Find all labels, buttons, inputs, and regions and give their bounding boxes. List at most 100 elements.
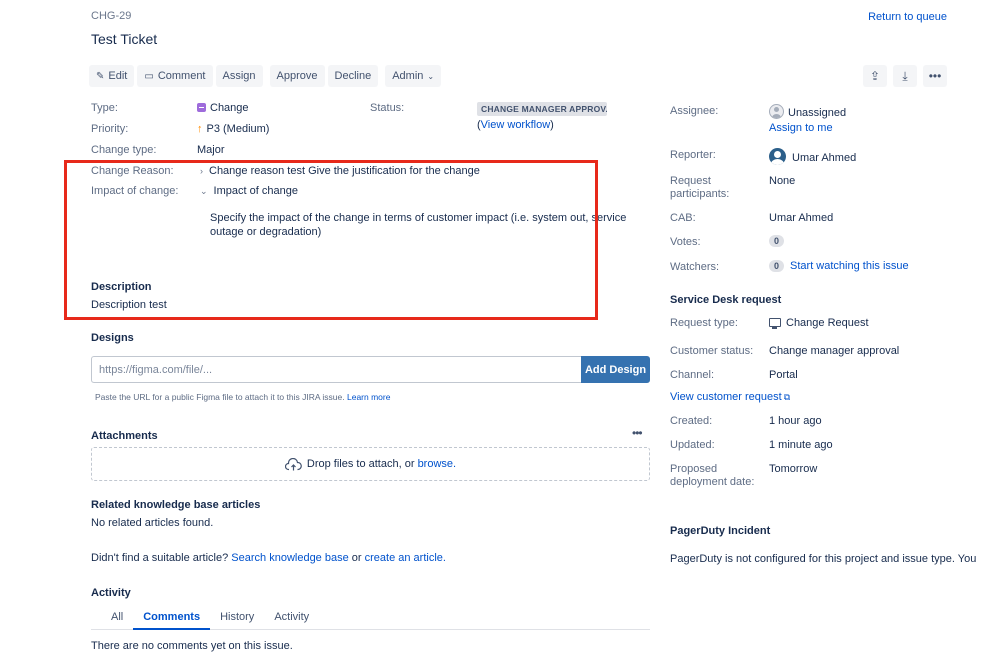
tab-all[interactable]: All bbox=[91, 610, 133, 630]
kb-suggestion: Didn't find a suitable article? Search k… bbox=[91, 552, 446, 564]
proposed-label-line2: deployment date: bbox=[670, 476, 755, 488]
request-type-text: Change Request bbox=[786, 317, 869, 329]
participants-label-line2: participants: bbox=[670, 188, 730, 200]
return-to-queue-link[interactable]: Return to queue bbox=[868, 11, 947, 23]
updated-label: Updated: bbox=[670, 439, 715, 451]
chevron-down-icon: ⌄ bbox=[427, 71, 435, 81]
created-label: Created: bbox=[670, 415, 713, 427]
reporter-label: Reporter: bbox=[670, 149, 716, 161]
service-desk-title: Service Desk request bbox=[670, 294, 782, 306]
assign-to-me-link[interactable]: Assign to me bbox=[769, 122, 833, 134]
share-button[interactable]: ⇪ bbox=[863, 65, 887, 87]
type-label: Type: bbox=[91, 102, 118, 114]
approve-button[interactable]: Approve bbox=[269, 65, 325, 87]
participants-value[interactable]: None bbox=[769, 175, 795, 187]
learn-more-link[interactable]: Learn more bbox=[347, 392, 390, 402]
export-button[interactable]: ⤓ bbox=[893, 65, 917, 87]
comment-label: Comment bbox=[157, 70, 206, 82]
priority-label: Priority: bbox=[91, 123, 129, 135]
reporter-text: Umar Ahmed bbox=[792, 152, 857, 164]
channel-label: Channel: bbox=[670, 369, 715, 381]
status-label: Status: bbox=[370, 102, 405, 114]
search-kb-link[interactable]: Search knowledge base bbox=[231, 552, 348, 564]
assignee-value[interactable]: Unassigned bbox=[769, 104, 846, 119]
designs-helper: Paste the URL for a public Figma file to… bbox=[95, 392, 390, 402]
more-actions-button[interactable]: ••• bbox=[923, 65, 947, 87]
browse-link[interactable]: browse. bbox=[418, 458, 457, 470]
issue-title: Test Ticket bbox=[91, 31, 158, 47]
kb-title: Related knowledge base articles bbox=[91, 499, 261, 511]
create-article-link[interactable]: create an article. bbox=[365, 552, 446, 564]
unassigned-avatar-icon bbox=[769, 104, 784, 119]
status-badge[interactable]: CHANGE MANAGER APPROV... bbox=[477, 102, 607, 116]
helper-text: Paste the URL for a public Figma file to… bbox=[95, 392, 345, 402]
watchers-label: Watchers: bbox=[670, 261, 720, 273]
votes-value[interactable]: 0 bbox=[769, 235, 790, 247]
assignee-label: Assignee: bbox=[670, 105, 719, 117]
admin-button[interactable]: Admin ⌄ bbox=[385, 65, 442, 87]
edit-button[interactable]: ✎ Edit bbox=[89, 65, 135, 87]
attachment-dropzone[interactable]: Drop files to attach, or browse. bbox=[91, 447, 650, 481]
channel-value: Portal bbox=[769, 369, 798, 381]
issue-key[interactable]: CHG-29 bbox=[91, 10, 131, 22]
view-workflow: (View workflow) bbox=[477, 119, 554, 131]
cloud-upload-icon bbox=[284, 457, 302, 471]
start-watching-link[interactable]: Start watching this issue bbox=[790, 260, 909, 272]
watchers-value: 0 Start watching this issue bbox=[769, 260, 909, 272]
priority-value: ↑ P3 (Medium) bbox=[197, 123, 269, 135]
pencil-icon: ✎ bbox=[96, 70, 105, 82]
change-type-icon bbox=[197, 103, 206, 112]
participants-label-line1: Request bbox=[670, 175, 711, 187]
drop-text: Drop files to attach, or bbox=[306, 458, 415, 470]
watchers-count: 0 bbox=[769, 260, 785, 272]
priority-text: P3 (Medium) bbox=[206, 123, 270, 135]
more-icon: ••• bbox=[928, 69, 942, 83]
attachments-more-icon[interactable]: ••• bbox=[632, 426, 643, 440]
participants-label: Request participants: bbox=[670, 175, 729, 201]
tab-comments[interactable]: Comments bbox=[133, 610, 211, 630]
activity-title: Activity bbox=[91, 587, 131, 599]
monitor-icon bbox=[769, 318, 781, 329]
decline-button[interactable]: Decline bbox=[327, 65, 379, 87]
view-workflow-link[interactable]: View workflow bbox=[481, 119, 551, 131]
assignee-text: Unassigned bbox=[788, 107, 847, 119]
issue-toolbar: ✎ Edit ▭ Comment Assign Approve Decline Ad… bbox=[89, 65, 442, 87]
cab-value[interactable]: Umar Ahmed bbox=[769, 212, 833, 224]
external-link-icon: ⧉ bbox=[783, 392, 791, 402]
view-customer-request-link[interactable]: View customer request ⧉ bbox=[670, 391, 790, 403]
right-toolbar: ⇪ ⤓ ••• bbox=[863, 65, 947, 87]
edit-label: Edit bbox=[108, 70, 128, 82]
share-icon: ⇪ bbox=[869, 69, 881, 83]
tab-history[interactable]: History bbox=[210, 610, 264, 630]
paren-close: ) bbox=[550, 119, 554, 131]
proposed-label-line1: Proposed bbox=[670, 463, 718, 475]
tab-activity[interactable]: Activity bbox=[264, 610, 319, 630]
customer-status-label: Customer status: bbox=[670, 345, 754, 357]
pagerduty-title: PagerDuty Incident bbox=[670, 525, 771, 537]
comment-button[interactable]: ▭ Comment bbox=[137, 65, 213, 87]
customer-status-value: Change manager approval bbox=[769, 345, 900, 357]
updated-value: 1 minute ago bbox=[769, 439, 833, 451]
change-type-label: Change type: bbox=[91, 144, 157, 156]
arrow-up-icon: ↑ bbox=[197, 123, 203, 135]
change-type-value: Major bbox=[197, 144, 225, 156]
view-request-text: View customer request bbox=[670, 391, 782, 403]
kb-none: No related articles found. bbox=[91, 517, 214, 529]
proposed-date-label: Proposed deployment date: bbox=[670, 463, 754, 489]
proposed-date-value[interactable]: Tomorrow bbox=[769, 463, 817, 475]
reporter-value[interactable]: Umar Ahmed bbox=[769, 148, 856, 165]
votes-label: Votes: bbox=[670, 236, 701, 248]
download-icon: ⤓ bbox=[902, 68, 908, 83]
request-type-label: Request type: bbox=[670, 317, 738, 329]
activity-tabs: All Comments History Activity bbox=[91, 610, 650, 630]
created-value: 1 hour ago bbox=[769, 415, 822, 427]
type-text: Change bbox=[210, 102, 249, 114]
request-type-value[interactable]: Change Request bbox=[769, 317, 869, 329]
assign-button[interactable]: Assign bbox=[215, 65, 263, 87]
type-value: Change bbox=[197, 102, 249, 114]
votes-count: 0 bbox=[769, 235, 785, 247]
kb-not-found-text: Didn't find a suitable article? bbox=[91, 552, 229, 564]
add-design-button[interactable]: Add Design bbox=[581, 356, 650, 383]
figma-url-input[interactable] bbox=[91, 356, 581, 383]
comment-icon: ▭ bbox=[144, 70, 154, 82]
